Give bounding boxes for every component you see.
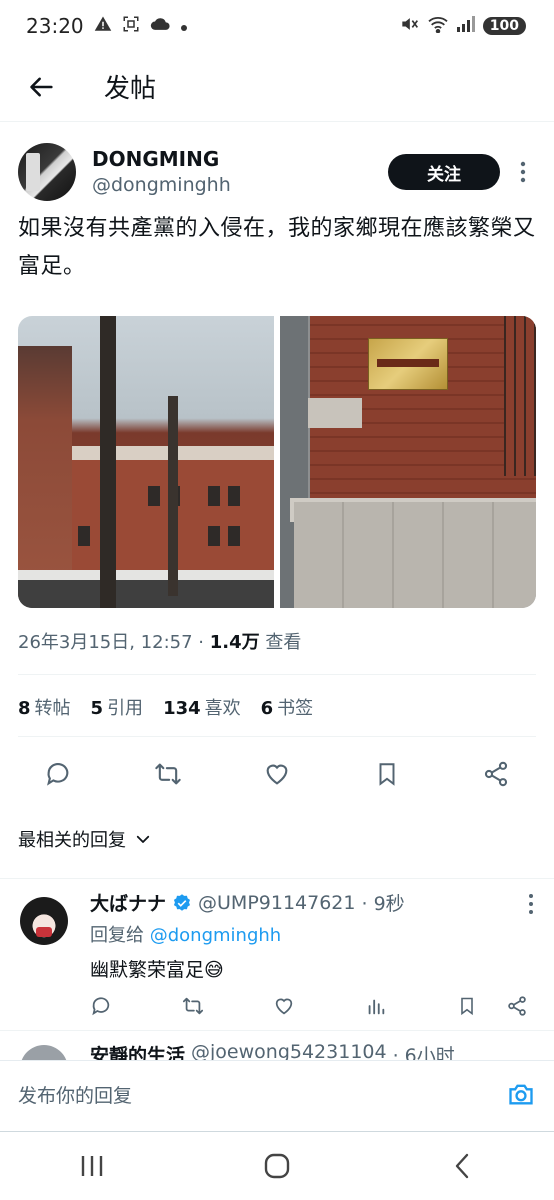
stat-bookmarks[interactable]: 6 书签 bbox=[261, 694, 314, 720]
share-icon bbox=[484, 761, 508, 787]
comment-icon bbox=[47, 763, 69, 786]
divider bbox=[18, 674, 536, 675]
system-nav-bar bbox=[0, 1132, 554, 1200]
reply-like-button[interactable] bbox=[271, 993, 297, 1019]
battery-indicator: 100 bbox=[482, 17, 526, 35]
home-button[interactable] bbox=[247, 1141, 307, 1191]
replies-sort-dropdown[interactable]: 最相关的回复 bbox=[18, 826, 152, 852]
verified-badge-icon bbox=[173, 893, 191, 911]
home-icon bbox=[264, 1153, 290, 1179]
post-text: 如果沒有共產黨的入侵在，我的家鄉現在應該繁榮又富足。 bbox=[18, 216, 536, 279]
reply-item[interactable]: 安靜的生活 @joewong54231104 · 6小时 bbox=[0, 1030, 554, 1060]
camera-icon bbox=[509, 1084, 533, 1105]
share-icon bbox=[508, 996, 526, 1016]
reply-composer bbox=[0, 1060, 554, 1132]
post-meta: 26年3月15日, 12:57 · 1.4万 查看 bbox=[18, 628, 301, 654]
reply-retweet-button[interactable] bbox=[180, 993, 206, 1019]
comment-icon bbox=[92, 997, 110, 1016]
bookmark-button[interactable] bbox=[367, 754, 407, 794]
reply-avatar[interactable] bbox=[20, 897, 68, 945]
status-bar: 23:20 100 bbox=[0, 0, 554, 52]
signal-icon bbox=[456, 15, 475, 37]
chevron-left-icon bbox=[455, 1153, 468, 1179]
chevron-down-icon bbox=[136, 835, 150, 843]
like-button[interactable] bbox=[257, 754, 297, 794]
bookmark-icon bbox=[461, 997, 473, 1016]
reply-input[interactable] bbox=[18, 1085, 506, 1107]
analytics-icon bbox=[368, 999, 384, 1015]
post-author: DONGMING @dongminghh 关注 bbox=[18, 140, 536, 204]
camera-button[interactable] bbox=[506, 1080, 536, 1112]
status-time: 23:20 bbox=[26, 14, 84, 38]
reply-time: · 9秒 bbox=[361, 893, 405, 915]
reply-time: · 6小时 bbox=[392, 1045, 455, 1060]
retweet-icon bbox=[182, 997, 203, 1015]
stat-quotes[interactable]: 5 引用 bbox=[91, 694, 144, 720]
back-button[interactable] bbox=[0, 52, 84, 122]
author-handle[interactable]: @dongminghh bbox=[92, 172, 388, 198]
heart-icon bbox=[275, 998, 293, 1015]
share-button[interactable] bbox=[476, 754, 516, 794]
arrow-left-icon bbox=[30, 77, 53, 96]
reply-share-button[interactable] bbox=[504, 993, 530, 1019]
screenshot-icon bbox=[122, 15, 140, 38]
cloud-icon bbox=[150, 15, 170, 37]
author-avatar[interactable] bbox=[18, 143, 76, 201]
post-photo-plaque[interactable] bbox=[280, 316, 536, 608]
reply-views-button[interactable] bbox=[363, 993, 389, 1019]
more-vertical-icon bbox=[529, 894, 533, 914]
reply-button[interactable] bbox=[38, 754, 78, 794]
mute-icon bbox=[399, 14, 419, 39]
dot-icon bbox=[180, 15, 188, 37]
more-options-button[interactable] bbox=[510, 154, 536, 190]
recent-apps-icon bbox=[82, 1156, 103, 1176]
post-timestamp[interactable]: 26年3月15日, 12:57 · bbox=[18, 632, 210, 653]
post-actions bbox=[18, 752, 536, 796]
app-header: 发帖 bbox=[0, 52, 554, 122]
reply-avatar[interactable] bbox=[20, 1045, 68, 1060]
recent-apps-button[interactable] bbox=[62, 1141, 122, 1191]
reply-to-link[interactable]: @dongminghh bbox=[150, 925, 281, 946]
retweet-icon bbox=[154, 763, 181, 785]
heart-icon bbox=[266, 764, 288, 785]
views-count: 1.4万 bbox=[209, 632, 260, 653]
views-label: 查看 bbox=[259, 632, 302, 653]
bookmark-icon bbox=[379, 763, 394, 786]
reply-item[interactable]: 大ばナナ @UMP91147621 · 9秒 回复给 @dongminghh 幽… bbox=[0, 878, 554, 1030]
reply-actions bbox=[88, 991, 530, 1021]
reply-reply-button[interactable] bbox=[88, 993, 114, 1019]
post-stats: 8 转帖 5 引用 134 喜欢 6 书签 bbox=[18, 694, 313, 720]
reply-author-handle[interactable]: @UMP91147621 bbox=[198, 892, 355, 914]
reply-text: 幽默繁荣富足😅 bbox=[90, 959, 224, 981]
reply-author-name[interactable]: 安靜的生活 bbox=[90, 1041, 185, 1060]
system-back-button[interactable] bbox=[432, 1141, 492, 1191]
reply-bookmark-button[interactable] bbox=[454, 993, 480, 1019]
reply-to-line: 回复给 @dongminghh bbox=[90, 925, 282, 946]
wifi-icon bbox=[427, 15, 449, 38]
divider bbox=[18, 736, 536, 737]
reply-author-name[interactable]: 大ばナナ bbox=[90, 889, 166, 916]
post-images bbox=[18, 316, 536, 608]
author-name[interactable]: DONGMING bbox=[92, 146, 388, 172]
stat-likes[interactable]: 134 喜欢 bbox=[163, 694, 241, 720]
stat-retweets[interactable]: 8 转帖 bbox=[18, 694, 71, 720]
replies-sort-label: 最相关的回复 bbox=[18, 830, 126, 851]
warning-icon bbox=[94, 15, 112, 38]
more-vertical-icon bbox=[520, 161, 526, 183]
reply-more-button[interactable] bbox=[528, 893, 534, 919]
page-title: 发帖 bbox=[104, 74, 157, 104]
retweet-button[interactable] bbox=[148, 754, 188, 794]
post-photo-building[interactable] bbox=[18, 316, 274, 608]
follow-button[interactable]: 关注 bbox=[388, 154, 500, 190]
reply-author-handle[interactable]: @joewong54231104 bbox=[191, 1041, 387, 1060]
